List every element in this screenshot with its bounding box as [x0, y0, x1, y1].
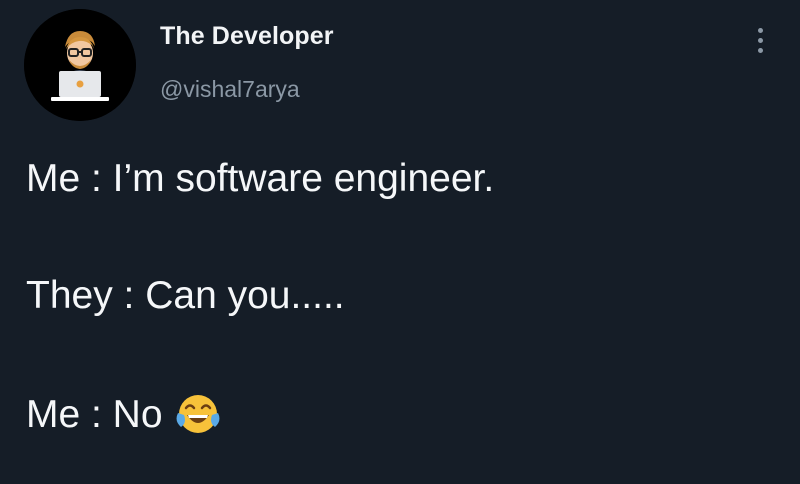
user-handle[interactable]: @vishal7arya: [160, 76, 300, 103]
tweet-text-line-3-text: Me : No: [26, 392, 163, 436]
tweet-text-line-3: Me : No: [26, 391, 221, 437]
tweet-text-line-2: They : Can you.....: [26, 274, 345, 317]
avatar[interactable]: [24, 9, 136, 121]
display-name[interactable]: The Developer: [160, 22, 334, 51]
more-options-button[interactable]: [748, 22, 772, 58]
more-vertical-icon-dot: [757, 47, 763, 53]
more-vertical-icon: [757, 27, 763, 33]
tweet-card: The Developer @vishal7arya Me : I’m soft…: [0, 0, 800, 484]
developer-avatar-icon: [24, 9, 136, 121]
face-with-tears-of-joy-emoji: [176, 395, 220, 433]
tweet-text-line-1: Me : I’m software engineer.: [26, 157, 495, 200]
more-vertical-icon-dot: [757, 37, 763, 43]
